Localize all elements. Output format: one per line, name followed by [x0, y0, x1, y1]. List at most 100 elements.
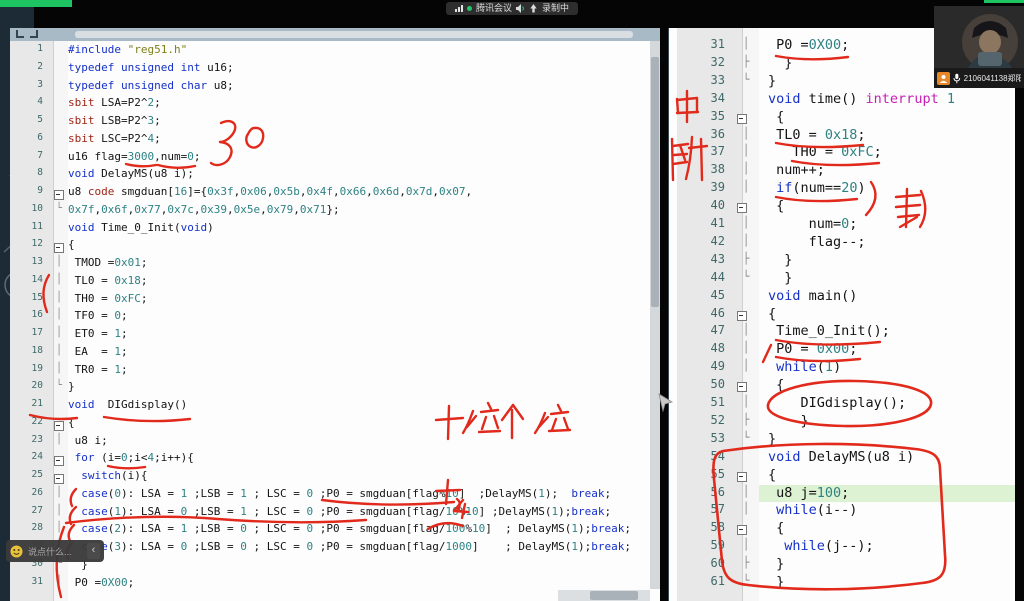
code-line-21[interactable]: 21void DIGdisplay()	[10, 398, 660, 416]
code-line-59[interactable]: 59│ while(j--);	[669, 538, 1015, 556]
line-number: 2	[10, 61, 50, 72]
code-line-53[interactable]: 53└}	[669, 431, 1015, 449]
share-border-top-right	[984, 0, 1024, 3]
line-number: 26	[10, 487, 50, 498]
fold-marker: ├	[733, 55, 759, 68]
line-number: 15	[10, 292, 50, 303]
fold-marker: │	[50, 576, 68, 587]
code-line-44[interactable]: 44└ }	[669, 270, 1015, 288]
fold-marker: │	[733, 323, 759, 336]
fold-marker: │	[733, 216, 759, 229]
line-number: 44	[669, 270, 733, 284]
code-line-17[interactable]: 17│ ET0 = 1;	[10, 327, 660, 345]
code-line-57[interactable]: 57│ while(i--)	[669, 502, 1015, 520]
code-text: case(2): LSA = 1 ;LSB = 0 ; LSC = 0 ;P0 …	[68, 522, 631, 535]
code-text: void time() interrupt 1	[759, 91, 955, 107]
code-line-56[interactable]: 56│ u8 j=100;	[669, 485, 1015, 503]
code-line-14[interactable]: 14│ TL0 = 0x18;	[10, 274, 660, 292]
line-number: 37	[669, 144, 733, 158]
line-number: 7	[10, 150, 50, 161]
code-line-13[interactable]: 13│ TMOD =0x01;	[10, 256, 660, 274]
line-number: 18	[10, 345, 50, 356]
code-line-31[interactable]: 31│ P0 =0X00;	[10, 576, 660, 594]
fold-marker: │	[733, 37, 759, 50]
code-line-24[interactable]: 24 for (i=0;i<4;i++){	[10, 451, 660, 469]
code-line-47[interactable]: 47│ Time_0_Init();	[669, 323, 1015, 341]
line-number: 54	[669, 449, 733, 463]
code-line-30[interactable]: 30└ }	[10, 558, 660, 576]
code-line-35[interactable]: 35 {	[669, 109, 1015, 127]
code-line-34[interactable]: 34void time() interrupt 1	[669, 91, 1015, 109]
webcam-panel[interactable]: 2106041138郑阳	[934, 6, 1024, 88]
code-line-36[interactable]: 36│ TL0 = 0x18;	[669, 127, 1015, 145]
line-number: 39	[669, 180, 733, 194]
code-line-52[interactable]: 52├ }	[669, 413, 1015, 431]
code-line-39[interactable]: 39│ if(num==20)	[669, 180, 1015, 198]
code-line-46[interactable]: 46{	[669, 306, 1015, 324]
code-line-16[interactable]: 16│ TF0 = 0;	[10, 309, 660, 327]
fold-marker: │	[733, 180, 759, 193]
line-number: 25	[10, 469, 50, 480]
code-line-43[interactable]: 43├ }	[669, 252, 1015, 270]
code-line-19[interactable]: 19│ TR0 = 1;	[10, 363, 660, 381]
code-line-9[interactable]: 9u8 code smgduan[16]={0x3f,0x06,0x5b,0x4…	[10, 185, 660, 203]
chat-input-collapsed[interactable]: 说点什么... ‹	[6, 540, 104, 562]
code-pane-right[interactable]: 31│ P0 =0X00;32├ }33└}34void time() inte…	[668, 28, 1015, 601]
code-text: }	[759, 574, 784, 590]
code-line-29[interactable]: 29│ case(3): LSA = 0 ;LSB = 0 ; LSC = 0 …	[10, 540, 660, 558]
code-line-8[interactable]: 8void DelayMS(u8 i);	[10, 167, 660, 185]
code-pane-left[interactable]: 1#include "reg51.h"2typedef unsigned int…	[10, 28, 660, 601]
code-line-2[interactable]: 2typedef unsigned int u16;	[10, 61, 660, 79]
code-text: flag--;	[759, 234, 866, 250]
code-line-51[interactable]: 51│ DIGdisplay();	[669, 395, 1015, 413]
code-line-54[interactable]: 54void DelayMS(u8 i)	[669, 449, 1015, 467]
code-line-6[interactable]: 6sbit LSC=P2^4;	[10, 132, 660, 150]
collapse-chevron[interactable]: ‹	[87, 543, 100, 559]
code-line-4[interactable]: 4sbit LSA=P2^2;	[10, 96, 660, 114]
code-line-3[interactable]: 3typedef unsigned char u8;	[10, 79, 660, 97]
code-line-60[interactable]: 60├ }	[669, 556, 1015, 574]
line-number: 35	[669, 109, 733, 123]
code-line-26[interactable]: 26│ case(0): LSA = 1 ;LSB = 1 ; LSC = 0 …	[10, 487, 660, 505]
code-line-61[interactable]: 61└ }	[669, 574, 1015, 592]
code-line-37[interactable]: 37│ TH0 = 0xFC;	[669, 144, 1015, 162]
code-text: sbit LSA=P2^2;	[68, 96, 161, 109]
fold-marker: ├	[733, 556, 759, 569]
line-number: 49	[669, 359, 733, 373]
code-text: void Time_0_Init(void)	[68, 221, 214, 234]
code-line-25[interactable]: 25 switch(i){	[10, 469, 660, 487]
code-line-23[interactable]: 23│ u8 i;	[10, 434, 660, 452]
header-scroll-bar[interactable]	[75, 31, 633, 38]
code-line-7[interactable]: 7u16 flag=3000,num=0;	[10, 150, 660, 168]
line-number: 9	[10, 185, 50, 196]
code-line-12[interactable]: 12{	[10, 238, 660, 256]
code-line-22[interactable]: 22{	[10, 416, 660, 434]
participant-role-icon	[937, 72, 950, 85]
code-line-5[interactable]: 5sbit LSB=P2^3;	[10, 114, 660, 132]
line-number: 41	[669, 216, 733, 230]
code-line-20[interactable]: 20└}	[10, 380, 660, 398]
code-line-11[interactable]: 11void Time_0_Init(void)	[10, 221, 660, 239]
code-line-49[interactable]: 49│ while(1)	[669, 359, 1015, 377]
line-number: 40	[669, 198, 733, 212]
code-line-18[interactable]: 18│ EA = 1;	[10, 345, 660, 363]
code-line-41[interactable]: 41│ num=0;	[669, 216, 1015, 234]
code-line-38[interactable]: 38│ num++;	[669, 162, 1015, 180]
code-line-55[interactable]: 55{	[669, 467, 1015, 485]
code-line-48[interactable]: 48│ P0 = 0x00;	[669, 341, 1015, 359]
line-number: 13	[10, 256, 50, 267]
code-line-10[interactable]: 10└0x7f,0x6f,0x77,0x7c,0x39,0x5e,0x79,0x…	[10, 203, 660, 221]
code-text: case(1): LSA = 0 ;LSB = 1 ; LSC = 0 ;P0 …	[68, 505, 611, 518]
code-line-15[interactable]: 15│ TH0 = 0xFC;	[10, 292, 660, 310]
code-text: }	[759, 413, 809, 429]
code-line-1[interactable]: 1#include "reg51.h"	[10, 43, 660, 61]
code-line-50[interactable]: 50 {	[669, 377, 1015, 395]
line-number: 61	[669, 574, 733, 588]
code-line-58[interactable]: 58 {	[669, 520, 1015, 538]
code-line-28[interactable]: 28│ case(2): LSA = 1 ;LSB = 0 ; LSC = 0 …	[10, 522, 660, 540]
code-line-27[interactable]: 27│ case(1): LSA = 0 ;LSB = 1 ; LSC = 0 …	[10, 505, 660, 523]
code-line-40[interactable]: 40 {	[669, 198, 1015, 216]
code-line-45[interactable]: 45void main()	[669, 288, 1015, 306]
meeting-toolbar[interactable]: 腾讯会议 录制中	[446, 2, 578, 15]
code-line-42[interactable]: 42│ flag--;	[669, 234, 1015, 252]
